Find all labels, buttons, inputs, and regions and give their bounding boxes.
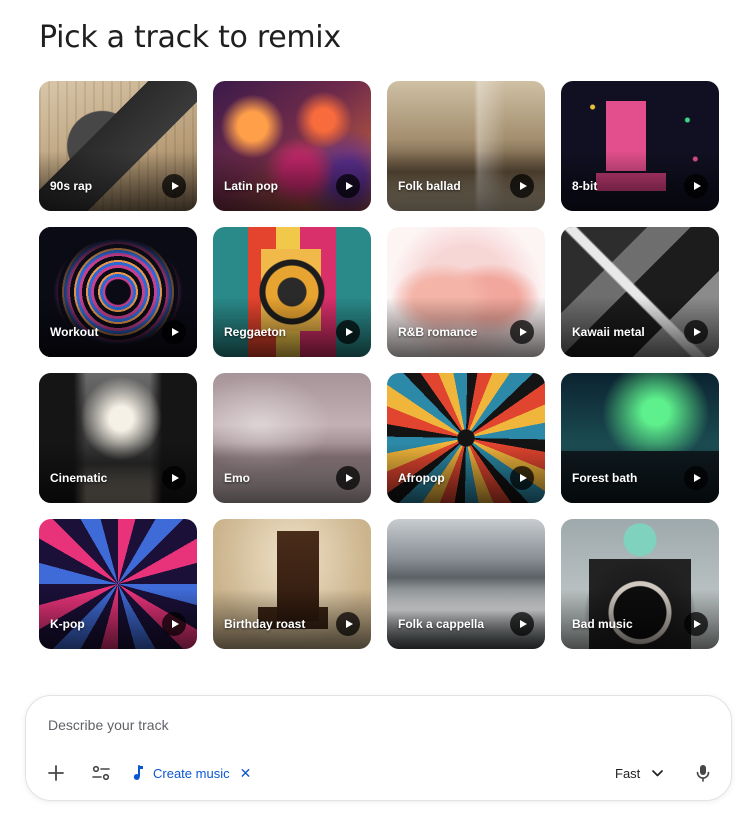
play-icon[interactable]	[684, 174, 708, 198]
track-label: Bad music	[572, 617, 633, 631]
track-label: Kawaii metal	[572, 325, 645, 339]
track-label: Forest bath	[572, 471, 638, 485]
track-card-folk-ballad[interactable]: Folk ballad	[387, 81, 545, 211]
play-icon[interactable]	[162, 320, 186, 344]
track-card-latin-pop[interactable]: Latin pop	[213, 81, 371, 211]
track-label: 8-bit	[572, 179, 598, 193]
play-icon[interactable]	[684, 320, 708, 344]
play-icon[interactable]	[510, 174, 534, 198]
mode-selector[interactable]: Fast	[615, 759, 664, 787]
prompt-box: Describe your track Create music ✕ Fast	[25, 695, 732, 801]
track-card-cinematic[interactable]: Cinematic	[39, 373, 197, 503]
track-card-workout[interactable]: Workout	[39, 227, 197, 357]
track-label: Workout	[50, 325, 99, 339]
track-label: Cinematic	[50, 471, 108, 485]
track-label: Birthday roast	[224, 617, 306, 631]
track-card-folk-a-cappella[interactable]: Folk a cappella	[387, 519, 545, 649]
play-icon[interactable]	[162, 612, 186, 636]
add-button[interactable]	[41, 758, 71, 788]
mode-label: Fast	[615, 765, 641, 781]
track-card-afropop[interactable]: Afropop	[387, 373, 545, 503]
track-card-forest-bath[interactable]: Forest bath	[561, 373, 719, 503]
track-card-bad-music[interactable]: Bad music	[561, 519, 719, 649]
microphone-button[interactable]	[688, 758, 718, 788]
play-icon[interactable]	[510, 612, 534, 636]
track-card-90s-rap[interactable]: 90s rap	[39, 81, 197, 211]
prompt-input[interactable]: Describe your track	[48, 717, 169, 733]
music-note-icon	[133, 765, 145, 781]
track-label: Latin pop	[224, 179, 278, 193]
track-card-reggaeton[interactable]: Reggaeton	[213, 227, 371, 357]
track-label: Folk ballad	[398, 179, 461, 193]
chevron-down-icon	[652, 769, 664, 777]
track-grid: 90s rap Latin pop Folk ballad 8-bit Work…	[39, 81, 719, 649]
create-music-label: Create music	[153, 765, 230, 781]
tools-button[interactable]	[86, 758, 116, 788]
play-icon[interactable]	[510, 320, 534, 344]
track-label: Afropop	[398, 471, 445, 485]
track-label: Folk a cappella	[398, 617, 485, 631]
play-icon[interactable]	[684, 612, 708, 636]
track-label: Reggaeton	[224, 325, 287, 339]
track-label: K-pop	[50, 617, 85, 631]
page-title: Pick a track to remix	[39, 20, 341, 55]
play-icon[interactable]	[336, 466, 360, 490]
track-card-kawaii-metal[interactable]: Kawaii metal	[561, 227, 719, 357]
track-card-k-pop[interactable]: K-pop	[39, 519, 197, 649]
play-icon[interactable]	[336, 320, 360, 344]
tools-icon	[92, 765, 110, 781]
track-label: Emo	[224, 471, 251, 485]
play-icon[interactable]	[684, 466, 708, 490]
track-label: 90s rap	[50, 179, 93, 193]
track-card-rnb-romance[interactable]: R&B romance	[387, 227, 545, 357]
microphone-icon	[696, 765, 710, 782]
track-card-8-bit[interactable]: 8-bit	[561, 81, 719, 211]
play-icon[interactable]	[510, 466, 534, 490]
play-icon[interactable]	[162, 466, 186, 490]
play-icon[interactable]	[336, 174, 360, 198]
track-label: R&B romance	[398, 325, 478, 339]
track-card-birthday-roast[interactable]: Birthday roast	[213, 519, 371, 649]
track-card-emo[interactable]: Emo	[213, 373, 371, 503]
close-icon[interactable]: ✕	[240, 765, 252, 782]
play-icon[interactable]	[336, 612, 360, 636]
plus-icon	[48, 765, 64, 781]
play-icon[interactable]	[162, 174, 186, 198]
create-music-chip[interactable]: Create music ✕	[133, 759, 251, 787]
